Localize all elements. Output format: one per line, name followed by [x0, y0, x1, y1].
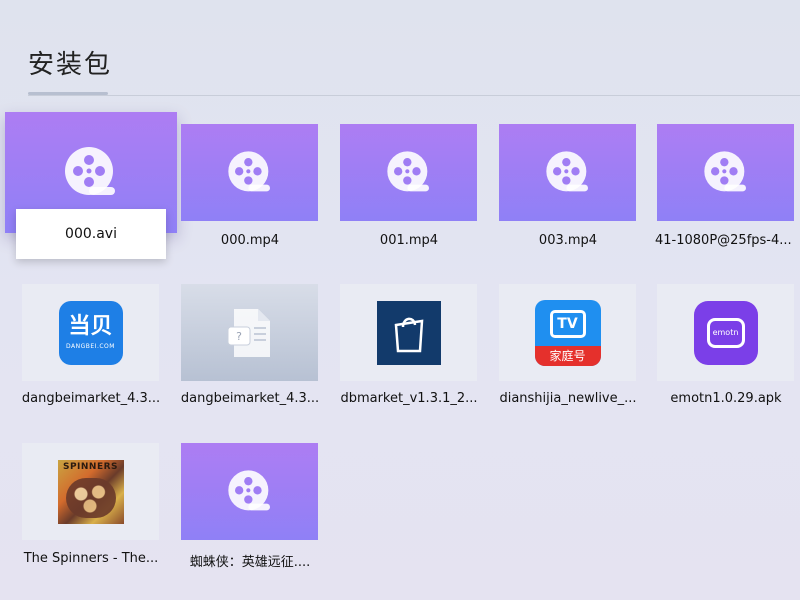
header-divider — [28, 95, 800, 96]
file-tile-41-1080p[interactable] — [657, 124, 794, 221]
svg-text:?: ? — [236, 330, 242, 343]
file-tile-003-mp4[interactable] — [499, 124, 636, 221]
file-label: 41-1080P@25fps-4... — [655, 233, 792, 248]
file-tile-000-mp4[interactable] — [181, 124, 318, 221]
tv-icon: TV — [549, 309, 586, 338]
tv-icon-text: TV — [557, 315, 578, 332]
file-label: dangbeimarket_4.3... — [21, 391, 161, 406]
album-cover-art — [65, 477, 116, 518]
dianshijia-app-icon: TV 家庭号 — [534, 299, 601, 366]
dangbei-app-icon: 当贝 DANGBEI.COM — [58, 300, 123, 365]
unknown-file-icon: ? — [227, 308, 270, 357]
file-label: 003.mp4 — [538, 233, 598, 248]
emotn-logo-text: emotn — [712, 328, 739, 337]
shopping-bag-icon — [394, 317, 423, 352]
emotn-app-icon: emotn — [693, 300, 758, 365]
file-tile-dangbeimarket-2[interactable]: ? — [181, 284, 318, 381]
dangbei-logo-text: 当贝 — [68, 314, 113, 339]
file-label: The Spinners - The... — [23, 551, 159, 566]
file-label: dangbeimarket_4.3... — [180, 391, 320, 406]
file-tile-spiderman[interactable] — [181, 443, 318, 540]
film-reel-icon — [703, 150, 746, 191]
file-label: dianshijia_newlive_... — [499, 391, 637, 406]
file-tile-emotn[interactable]: emotn — [657, 284, 794, 381]
album-cover-title: SPINNERS — [62, 461, 119, 472]
file-label: 蜘蛛侠：英雄远征.... — [189, 555, 311, 570]
film-reel-icon — [227, 469, 270, 510]
file-label-000-avi: 000.avi — [16, 209, 166, 259]
file-label: emotn1.0.29.apk — [670, 391, 782, 406]
file-tile-001-mp4[interactable] — [340, 124, 477, 221]
film-reel-icon — [386, 150, 429, 191]
file-tile-dangbeimarket-1[interactable]: 当贝 DANGBEI.COM — [22, 284, 159, 381]
emotn-bag-shape: emotn — [706, 317, 745, 348]
dianshijia-banner: 家庭号 — [534, 345, 601, 366]
album-cover-icon: SPINNERS — [57, 459, 124, 524]
shopping-bag-app-icon — [376, 300, 441, 365]
file-tile-dianshijia[interactable]: TV 家庭号 — [499, 284, 636, 381]
file-label: 000.mp4 — [220, 233, 280, 248]
file-label: 001.mp4 — [379, 233, 439, 248]
file-tile-spinners[interactable]: SPINNERS — [22, 443, 159, 540]
film-reel-icon — [545, 150, 588, 191]
page-title: 安装包 — [28, 50, 113, 80]
file-label: dbmarket_v1.3.1_2... — [340, 391, 478, 406]
film-reel-icon — [227, 150, 270, 191]
file-tile-dbmarket[interactable] — [340, 284, 477, 381]
dangbei-logo-subtext: DANGBEI.COM — [66, 343, 115, 350]
film-reel-icon — [65, 146, 115, 195]
